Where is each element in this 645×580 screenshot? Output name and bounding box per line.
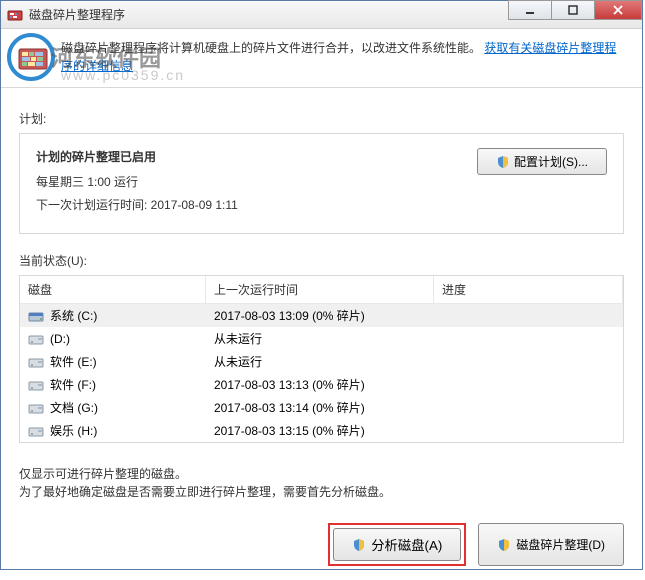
schedule-frequency: 每星期三 1:00 运行 [36, 173, 238, 190]
defrag-large-icon [15, 39, 51, 75]
config-button-label: 配置计划(S)... [514, 153, 588, 170]
bottom-buttons: 分析磁盘(A) 磁盘碎片整理(D) [19, 523, 624, 566]
disk-row[interactable]: 系统 (C:) 2017-08-03 13:09 (0% 碎片) [20, 304, 623, 327]
disk-row[interactable]: 文档 (G:) 2017-08-03 13:14 (0% 碎片) [20, 396, 623, 419]
disk-rows: 系统 (C:)2017-08-03 13:09 (0% 碎片)(D:)从未运行软… [20, 304, 623, 442]
content-area: 计划: 计划的碎片整理已启用 每星期三 1:00 运行 下一次计划运行时间: 2… [1, 88, 642, 580]
disk-cell: (D:) [20, 330, 206, 347]
disk-row[interactable]: 软件 (E:) 从未运行 [20, 350, 623, 373]
progress-cell [434, 330, 623, 347]
window-title: 磁盘碎片整理程序 [29, 6, 125, 23]
column-progress[interactable]: 进度 [434, 276, 623, 303]
schedule-next-run: 下一次计划运行时间: 2017-08-09 1:11 [36, 196, 238, 213]
schedule-box: 计划的碎片整理已启用 每星期三 1:00 运行 下一次计划运行时间: 2017-… [19, 133, 624, 234]
drive-icon [28, 309, 44, 323]
shield-icon [496, 155, 510, 169]
shield-icon [497, 538, 511, 552]
header-section: 磁盘碎片整理程序将计算机硬盘上的碎片文件进行合并，以改进文件系统性能。 获取有关… [1, 29, 642, 88]
lastrun-cell: 2017-08-03 13:15 (0% 碎片) [206, 422, 434, 439]
analyze-button-highlight: 分析磁盘(A) [328, 523, 466, 566]
disk-name: 文档 (G:) [50, 399, 98, 416]
app-window: 磁盘碎片整理程序 磁盘碎片整理程序将计算机硬盘上的碎片文件进行合并，以改进 [0, 0, 643, 570]
header-text: 磁盘碎片整理程序将计算机硬盘上的碎片文件进行合并，以改进文件系统性能。 获取有关… [61, 39, 628, 75]
progress-cell [434, 353, 623, 370]
header-description: 磁盘碎片整理程序将计算机硬盘上的碎片文件进行合并，以改进文件系统性能。 [61, 41, 481, 55]
column-disk[interactable]: 磁盘 [20, 276, 206, 303]
shield-icon [352, 538, 366, 552]
disk-row[interactable]: (D:) 从未运行 [20, 327, 623, 350]
status-label: 当前状态(U): [19, 252, 624, 269]
drive-icon [28, 332, 44, 346]
defrag-button-label: 磁盘碎片整理(D) [516, 536, 605, 553]
disk-row[interactable]: 软件 (F:) 2017-08-03 13:13 (0% 碎片) [20, 373, 623, 396]
disk-name: 系统 (C:) [50, 307, 97, 324]
drive-icon [28, 424, 44, 438]
lastrun-cell: 从未运行 [206, 330, 434, 347]
titlebar: 磁盘碎片整理程序 [1, 1, 642, 29]
disk-cell: 文档 (G:) [20, 399, 206, 416]
schedule-enabled-text: 计划的碎片整理已启用 [36, 148, 238, 165]
system-buttons [509, 0, 642, 20]
analyze-button-label: 分析磁盘(A) [371, 535, 442, 554]
drive-icon [28, 355, 44, 369]
lastrun-cell: 从未运行 [206, 353, 434, 370]
disk-name: 软件 (F:) [50, 376, 96, 393]
progress-cell [434, 376, 623, 393]
progress-cell [434, 307, 623, 324]
column-lastrun[interactable]: 上一次运行时间 [206, 276, 434, 303]
defrag-app-icon [7, 7, 23, 23]
schedule-info: 计划的碎片整理已启用 每星期三 1:00 运行 下一次计划运行时间: 2017-… [36, 148, 238, 219]
analyze-disk-button[interactable]: 分析磁盘(A) [333, 528, 461, 561]
lastrun-cell: 2017-08-03 13:09 (0% 碎片) [206, 307, 434, 324]
disk-cell: 娱乐 (H:) [20, 422, 206, 439]
schedule-label: 计划: [19, 110, 624, 127]
disk-cell: 软件 (E:) [20, 353, 206, 370]
hint-text: 仅显示可进行碎片整理的磁盘。 为了最好地确定磁盘是否需要立即进行碎片整理，需要首… [19, 465, 624, 501]
defrag-disk-button[interactable]: 磁盘碎片整理(D) [478, 523, 624, 566]
disk-name: (D:) [50, 332, 70, 346]
disk-list-header: 磁盘 上一次运行时间 进度 [20, 276, 623, 304]
minimize-button[interactable] [508, 0, 552, 20]
progress-cell [434, 422, 623, 439]
close-button[interactable] [594, 0, 642, 20]
lastrun-cell: 2017-08-03 13:13 (0% 碎片) [206, 376, 434, 393]
disk-name: 软件 (E:) [50, 353, 97, 370]
disk-name: 娱乐 (H:) [50, 422, 97, 439]
maximize-button[interactable] [551, 0, 595, 20]
disk-list: 磁盘 上一次运行时间 进度 系统 (C:) 2017-08-03 13:09 (0… [19, 275, 624, 443]
drive-icon [28, 378, 44, 392]
disk-row[interactable]: 娱乐 (H:) 2017-08-03 13:15 (0% 碎片) [20, 419, 623, 442]
hint-line1: 仅显示可进行碎片整理的磁盘。 [19, 465, 624, 483]
lastrun-cell: 2017-08-03 13:14 (0% 碎片) [206, 399, 434, 416]
disk-cell: 系统 (C:) [20, 307, 206, 324]
progress-cell [434, 399, 623, 416]
disk-cell: 软件 (F:) [20, 376, 206, 393]
drive-icon [28, 401, 44, 415]
configure-schedule-button[interactable]: 配置计划(S)... [477, 148, 607, 175]
hint-line2: 为了最好地确定磁盘是否需要立即进行碎片整理，需要首先分析磁盘。 [19, 483, 624, 501]
